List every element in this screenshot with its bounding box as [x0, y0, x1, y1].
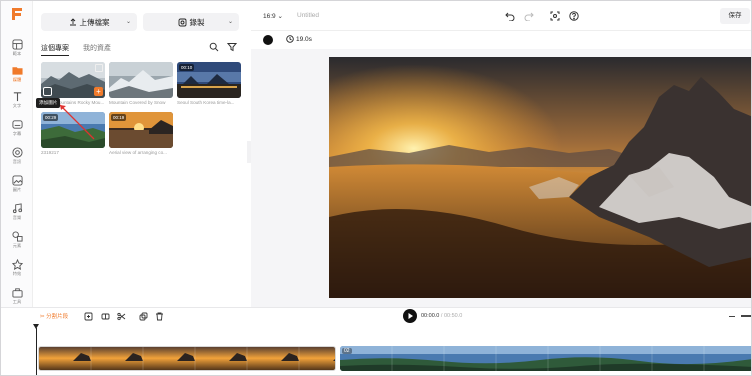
tab-my-assets[interactable]: 我的資產 — [83, 43, 111, 56]
rail-item-image[interactable]: 圖片 — [1, 175, 33, 197]
play-icon — [408, 313, 413, 319]
media-tabs: 這個專案 我的資產 — [41, 43, 111, 56]
filter-icon[interactable] — [227, 42, 237, 52]
rail-label: 圖片 — [12, 187, 22, 192]
current-time: 00:00.0 — [421, 313, 440, 319]
rail-item-text[interactable]: 文字 — [1, 91, 33, 113]
zoom-slider[interactable] — [741, 315, 751, 317]
record-icon — [178, 18, 186, 26]
timeline-ruler[interactable] — [33, 325, 751, 339]
add-clip-icon[interactable] — [84, 312, 93, 321]
play-button[interactable] — [403, 309, 417, 323]
project-title[interactable]: Untitled — [297, 12, 319, 19]
undo-icon[interactable] — [505, 11, 515, 21]
rail-item-elements[interactable]: 元素 — [1, 231, 33, 253]
rail-label: 範本 — [12, 51, 22, 56]
audio-icon — [11, 147, 23, 158]
add-to-timeline-button[interactable]: + — [94, 87, 103, 96]
clip-filmstrip — [39, 347, 335, 370]
upload-button[interactable]: 上傳檔案 ⌄ — [41, 13, 137, 31]
chevron-down-icon[interactable]: ⌄ — [126, 18, 131, 25]
zoom-out-icon[interactable] — [729, 316, 735, 317]
upload-icon — [69, 18, 76, 26]
rail-label: 元素 — [12, 243, 22, 248]
image-icon — [11, 175, 23, 186]
music-icon — [12, 203, 22, 214]
thumb-image — [109, 62, 173, 98]
upload-label: 上傳檔案 — [79, 17, 110, 27]
duration-control[interactable]: 19.0s — [286, 35, 312, 43]
app-logo-icon[interactable] — [9, 6, 25, 22]
media-thumb[interactable] — [109, 62, 173, 98]
rail-item-audio[interactable]: 音訊 — [1, 147, 33, 169]
clip-index-badge: 02 — [342, 348, 352, 354]
media-thumb[interactable]: 00:10 — [177, 62, 241, 98]
timeline-clip-coast[interactable]: 02 — [340, 346, 751, 371]
preview-image — [329, 57, 751, 298]
rail-label: 媒體 — [12, 77, 22, 82]
rail-item-template[interactable]: 範本 — [1, 39, 33, 61]
rail-label: 文字 — [12, 103, 22, 108]
thumb-caption: Mountain Covered by Snow — [109, 100, 166, 105]
aspect-ratio-select[interactable]: 16:9 ⌄ — [263, 12, 283, 20]
arrow-annotation-icon — [59, 104, 95, 140]
tools-icon — [11, 288, 23, 298]
timeline-clip-sunset[interactable] — [38, 346, 336, 371]
scissors-icon[interactable] — [117, 312, 126, 321]
save-button[interactable]: 保存 — [720, 8, 750, 24]
duration-badge: 00:10 — [179, 64, 195, 71]
duration-value: 19.0s — [296, 35, 312, 43]
redo-icon[interactable] — [524, 11, 534, 21]
thumb-caption: Aerial view of arranging co... — [109, 150, 167, 155]
total-time: 00:50.0 — [443, 313, 463, 319]
elements-icon — [11, 231, 23, 242]
rail-item-music[interactable]: 音樂 — [1, 203, 33, 225]
aspect-ratio-value: 16:9 — [263, 13, 276, 20]
canvas-toolbar: 19.0s — [251, 31, 751, 49]
tab-this-project[interactable]: 這個專案 — [41, 43, 69, 56]
screenshot-icon[interactable] — [550, 11, 560, 21]
trash-icon[interactable] — [155, 312, 164, 321]
clip-filmstrip — [340, 346, 751, 371]
template-icon — [11, 39, 23, 50]
voiceover-icon[interactable] — [101, 312, 110, 321]
rail-label: 音樂 — [12, 215, 22, 220]
split-label: 分割片段 — [46, 314, 69, 320]
rail-item-media[interactable]: 媒體 — [1, 65, 33, 87]
chevron-down-icon[interactable]: ⌄ — [228, 18, 233, 25]
timeline-toolbar: ✂ 分割片段 — [1, 308, 751, 325]
rail-label: 特效 — [12, 271, 22, 276]
rail-item-tools[interactable]: 工具 — [1, 287, 33, 309]
playhead-line[interactable] — [35, 328, 37, 375]
top-bar: 16:9 ⌄ Untitled 保存 — [251, 1, 751, 31]
duplicate-icon[interactable] — [139, 312, 148, 321]
tooltip: 添加圖片 — [36, 98, 61, 108]
background-color-swatch[interactable] — [263, 35, 273, 45]
delete-icon[interactable] — [95, 64, 103, 72]
record-label: 錄製 — [189, 17, 205, 27]
media-thumb[interactable]: + — [41, 62, 105, 98]
help-icon[interactable] — [569, 11, 579, 21]
video-preview[interactable] — [329, 57, 751, 298]
clock-icon — [286, 35, 294, 43]
split-button[interactable]: ✂ 分割片段 — [40, 312, 68, 320]
rail-label: 音訊 — [12, 159, 22, 164]
record-button[interactable]: 錄製 ⌄ — [143, 13, 239, 31]
thumb-caption: Seoul South Korea time-la... — [177, 100, 235, 105]
rail-label: 字幕 — [12, 131, 22, 136]
app-window: 範本 媒體 文字 字幕 音訊 圖片 音樂 元素 特效 工具 上傳檔案 ⌄ 錄製 … — [0, 0, 752, 376]
left-rail: 範本 媒體 文字 字幕 音訊 圖片 音樂 元素 特效 工具 — [1, 1, 33, 307]
add-image-icon[interactable] — [43, 87, 52, 96]
effects-icon — [11, 259, 23, 270]
text-icon — [13, 92, 21, 102]
media-icon — [11, 67, 23, 75]
rail-item-effects[interactable]: 特效 — [1, 259, 33, 281]
time-display: 00:00.0 / 00:50.0 — [421, 313, 462, 319]
search-icon[interactable] — [209, 42, 219, 52]
media-panel: 上傳檔案 ⌄ 錄製 ⌄ 這個專案 我的資產 + Rocky Mountains … — [34, 1, 249, 307]
subtitle-icon — [11, 120, 23, 129]
media-thumb[interactable]: 00:19 — [109, 112, 173, 148]
rail-label: 工具 — [12, 299, 22, 304]
rail-item-subtitle[interactable]: 字幕 — [1, 119, 33, 141]
